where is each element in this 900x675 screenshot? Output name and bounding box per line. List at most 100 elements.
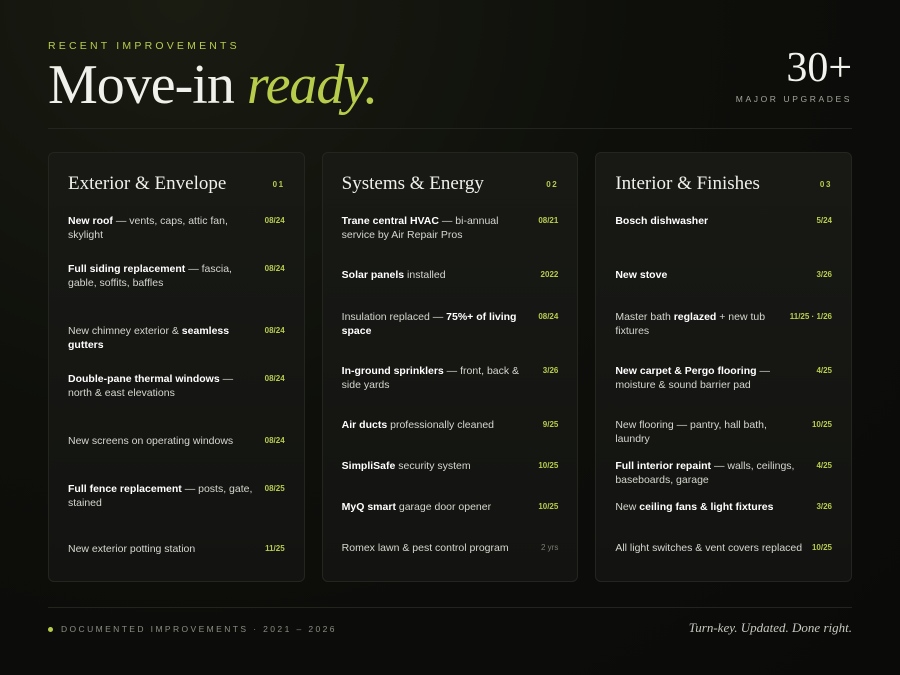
item-detail: All light switches & vent covers replace… — [615, 542, 803, 554]
item-date: 08/24 — [264, 326, 285, 335]
list-item: SimpliSafe security system 10/25 — [342, 460, 559, 474]
item-list: Bosch dishwasher 5/24 New stove 3/26 Master … — [615, 215, 832, 575]
item-list: New roof — vents, caps, attic fan, skyli… — [68, 215, 285, 575]
item-text: Air ducts professionally cleaned — [342, 419, 494, 433]
item-detail: New — [615, 501, 640, 513]
item-date: 08/24 — [264, 264, 285, 273]
item-highlight: New carpet & Pergo flooring — [615, 365, 757, 377]
item-date: 08/24 — [264, 436, 285, 445]
item-text: Solar panels installed — [342, 269, 446, 283]
item-detail: professionally cleaned — [387, 419, 495, 431]
item-date: 3/26 — [816, 502, 833, 511]
item-text: Bosch dishwasher — [615, 215, 708, 229]
item-date: 10/25 — [811, 543, 833, 552]
stat-value: 30+ — [786, 45, 852, 91]
item-date: 10/25 — [811, 420, 833, 429]
column-card: Systems & Energy 02 Trane central HVAC —… — [321, 152, 579, 582]
item-highlight: reglazed — [673, 311, 717, 323]
item-date: 9/25 — [542, 420, 559, 429]
list-item: New screens on operating windows 08/24 — [68, 435, 285, 449]
item-text: Double-pane thermal windows — north & ea… — [68, 373, 256, 400]
item-highlight: ceiling fans & light fixtures — [639, 501, 774, 513]
item-date: 11/25 · 1/26 — [789, 312, 833, 321]
bullet-dot-icon — [48, 626, 53, 632]
item-date: 08/24 — [264, 374, 285, 383]
item-highlight: Air ducts — [341, 419, 388, 431]
item-text: New flooring — pantry, hall bath, laundr… — [615, 419, 803, 446]
item-highlight: New roof — [68, 215, 113, 227]
item-text: New carpet & Pergo flooring — moisture &… — [615, 365, 803, 392]
list-item: Full interior repaint — walls, ceilings,… — [615, 460, 832, 487]
item-text: Master bath reglazed + new tub fixtures — [615, 311, 781, 338]
list-item: Insulation replaced — 75%+ of living spa… — [342, 311, 559, 338]
title-main: Move-in — [48, 54, 247, 116]
card-title: Exterior & Envelope — [68, 173, 227, 194]
item-highlight: MyQ smart — [341, 501, 396, 513]
item-text: Full interior repaint — walls, ceilings,… — [615, 460, 803, 487]
stat-label: MAJOR UPGRADES — [735, 94, 852, 104]
card-title: Systems & Energy — [341, 173, 484, 194]
upgrade-stat: 30+ MAJOR UPGRADES — [736, 46, 852, 104]
list-item: Romex lawn & pest control program 2 yrs — [342, 542, 559, 556]
item-text: New screens on operating windows — [68, 435, 233, 449]
item-highlight: Bosch dishwasher — [615, 215, 709, 227]
list-item: New roof — vents, caps, attic fan, skyli… — [68, 215, 285, 242]
item-highlight: New stove — [615, 269, 668, 281]
item-detail: security system — [395, 460, 471, 472]
item-detail: New chimney exterior & — [68, 325, 182, 337]
item-text: Full siding replacement — fascia, gable,… — [68, 263, 256, 290]
title-accent: ready. — [246, 54, 378, 116]
footer-note: DOCUMENTED IMPROVEMENTS · 2021 – 2026 — [48, 624, 337, 634]
list-item: New flooring — pantry, hall bath, laundr… — [615, 419, 832, 446]
item-text: Trane central HVAC — bi-annual service b… — [342, 215, 530, 242]
item-date: 2 yrs — [541, 543, 559, 552]
item-highlight: SimpliSafe — [341, 460, 396, 472]
card-title: Interior & Finishes — [615, 173, 760, 194]
column-card: Interior & Finishes 03 Bosch dishwasher 5… — [595, 152, 853, 582]
item-highlight: Trane central HVAC — [341, 215, 439, 227]
item-date: 08/25 — [264, 484, 285, 493]
list-item: New exterior potting station 11/25 — [68, 543, 285, 557]
card-number: 02 — [546, 179, 559, 189]
item-detail: Master bath — [615, 311, 674, 323]
item-text: New chimney exterior & seamless gutters — [68, 325, 256, 352]
item-detail: Insulation replaced — — [341, 311, 447, 323]
column-card: Exterior & Envelope 01 New roof — vents,… — [48, 152, 305, 582]
item-detail: installed — [404, 269, 446, 281]
item-text: Full fence replacement — posts, gate, st… — [68, 483, 256, 510]
item-date: 2022 — [540, 270, 559, 279]
item-detail: Romex lawn & pest control program — [341, 542, 509, 554]
list-item: Solar panels installed 2022 — [342, 269, 559, 283]
footer-divider — [48, 607, 852, 608]
item-text: New stove — [615, 269, 667, 283]
item-highlight: Full siding replacement — [68, 263, 186, 275]
eyebrow: RECENT IMPROVEMENTS — [48, 40, 240, 52]
card-number: 03 — [819, 179, 833, 189]
item-highlight: Double-pane thermal windows — [68, 373, 220, 385]
list-item: Bosch dishwasher 5/24 — [615, 215, 832, 229]
list-item: Trane central HVAC — bi-annual service b… — [342, 215, 559, 242]
item-date: 10/25 — [538, 461, 559, 470]
card-header: Exterior & Envelope 01 — [68, 153, 285, 215]
item-text: New ceiling fans & light fixtures — [615, 501, 773, 515]
item-detail: New flooring — pantry, hall bath, laundr… — [615, 419, 767, 445]
item-detail: New screens on operating windows — [68, 435, 234, 447]
item-date: 08/24 — [264, 216, 285, 225]
item-highlight: Full fence replacement — [68, 483, 182, 495]
list-item: MyQ smart garage door opener 10/25 — [342, 501, 559, 515]
item-text: Romex lawn & pest control program — [342, 542, 509, 556]
item-date: 4/25 — [816, 461, 833, 470]
header-divider — [48, 128, 852, 129]
item-date: 08/21 — [538, 216, 559, 225]
item-date: 3/26 — [542, 366, 559, 375]
item-date: 5/24 — [816, 216, 833, 225]
list-item: New carpet & Pergo flooring — moisture &… — [615, 365, 832, 392]
tagline: Turn-key. Updated. Done right. — [688, 620, 852, 635]
item-text: New roof — vents, caps, attic fan, skyli… — [68, 215, 256, 242]
item-date: 10/25 — [538, 502, 559, 511]
item-text: In-ground sprinklers — front, back & sid… — [342, 365, 530, 392]
item-date: 11/25 — [265, 544, 285, 553]
list-item: Full siding replacement — fascia, gable,… — [68, 263, 285, 290]
list-item: New ceiling fans & light fixtures 3/26 — [615, 501, 832, 515]
list-item: Double-pane thermal windows — north & ea… — [68, 373, 285, 400]
